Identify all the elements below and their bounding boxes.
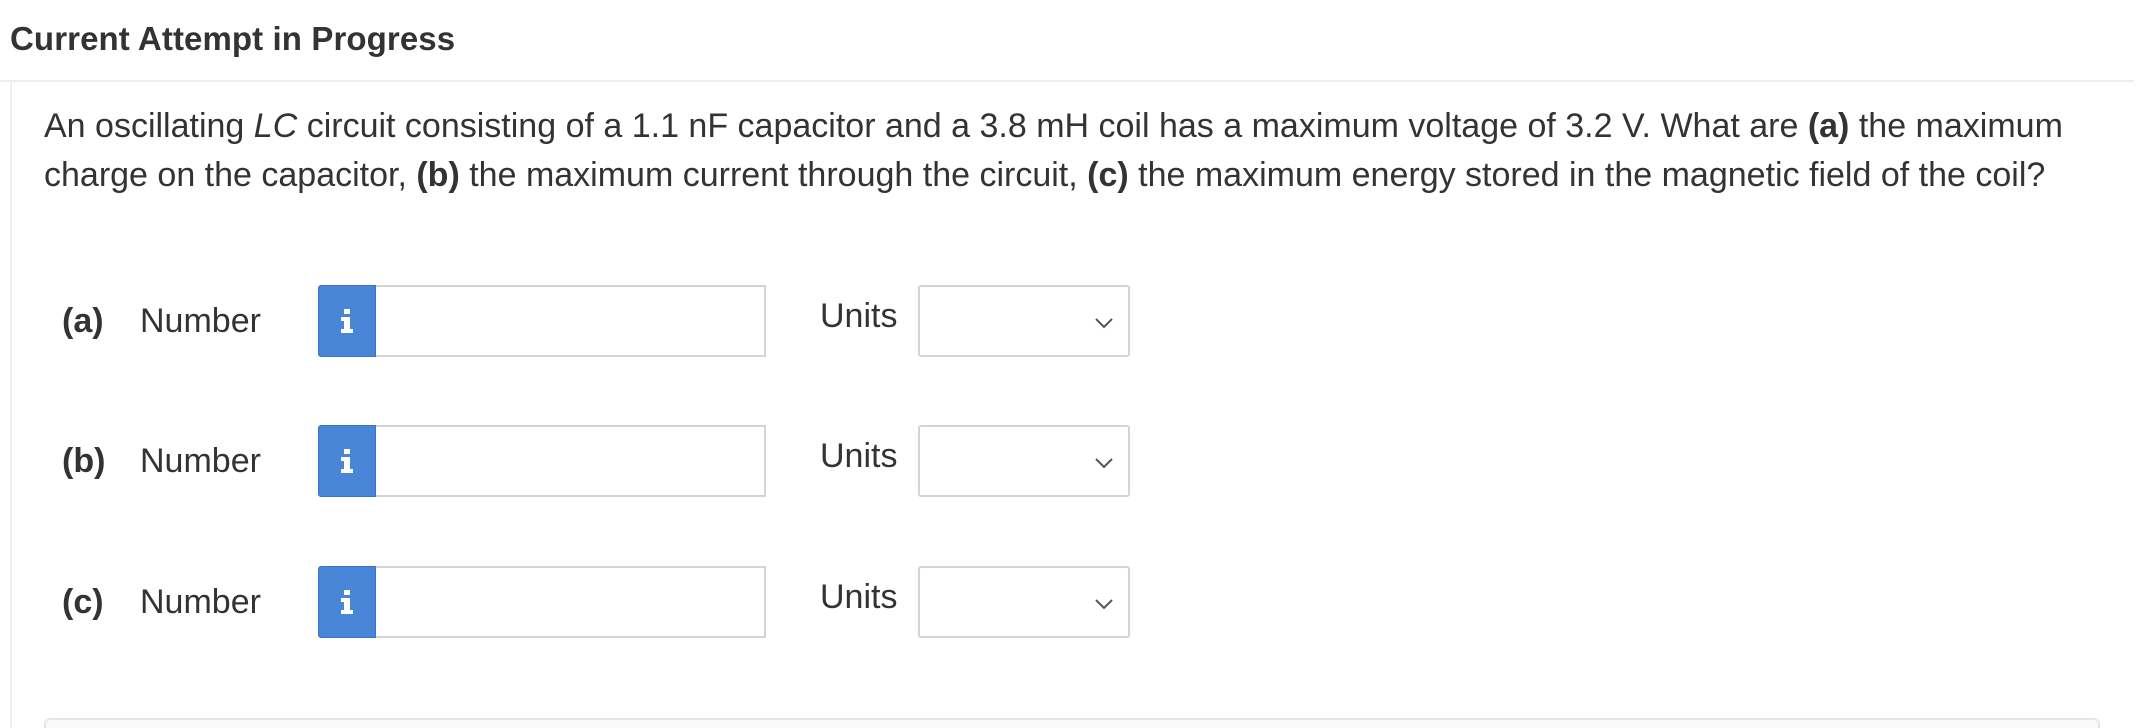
page: Current Attempt in Progress An oscillati… — [0, 0, 2155, 728]
page-title: Current Attempt in Progress — [10, 20, 456, 57]
answer-row-a: (a) Number Units — [12, 285, 1212, 359]
question-part-marker-c: (c) — [1087, 156, 1129, 194]
next-section-box — [44, 718, 2100, 728]
question-part-marker-b: (b) — [416, 156, 460, 194]
question-text-part: the maximum energy stored in the magneti… — [1128, 156, 2046, 194]
units-select-c[interactable] — [918, 566, 1130, 638]
number-label: Number — [140, 442, 261, 480]
number-label: Number — [140, 302, 261, 340]
answer-row-c: (c) Number Units — [12, 566, 1212, 640]
part-label: (c) — [62, 583, 104, 621]
info-icon — [341, 309, 353, 333]
info-button[interactable] — [318, 566, 376, 638]
question-text-part: the maximum current through the circuit, — [459, 156, 1088, 194]
question-text-italic: LC — [253, 107, 298, 145]
number-input-c[interactable] — [376, 566, 766, 638]
info-button[interactable] — [318, 285, 376, 357]
info-icon — [341, 449, 353, 473]
info-icon — [341, 590, 353, 614]
question-text-part: An oscillating — [44, 107, 254, 145]
answer-row-b: (b) Number Units — [12, 425, 1212, 499]
chevron-down-icon — [1095, 599, 1113, 610]
units-label: Units — [820, 578, 898, 616]
number-input-b[interactable] — [376, 425, 766, 497]
question-part-marker-a: (a) — [1807, 107, 1850, 145]
number-label: Number — [140, 583, 261, 621]
part-label: (b) — [62, 442, 106, 480]
units-label: Units — [820, 437, 898, 475]
chevron-down-icon — [1095, 318, 1113, 329]
units-label: Units — [820, 297, 898, 335]
question-text: An oscillating LC circuit consisting of … — [44, 102, 2104, 200]
header: Current Attempt in Progress — [0, 0, 2134, 82]
chevron-down-icon — [1095, 458, 1113, 469]
number-input-a[interactable] — [376, 285, 766, 357]
units-select-a[interactable] — [918, 285, 1130, 357]
part-label: (a) — [62, 302, 104, 340]
info-button[interactable] — [318, 425, 376, 497]
question-text-part: circuit consisting of a 1.1 nF capacitor… — [297, 107, 1808, 145]
units-select-b[interactable] — [918, 425, 1130, 497]
question-panel: An oscillating LC circuit consisting of … — [10, 82, 2134, 728]
